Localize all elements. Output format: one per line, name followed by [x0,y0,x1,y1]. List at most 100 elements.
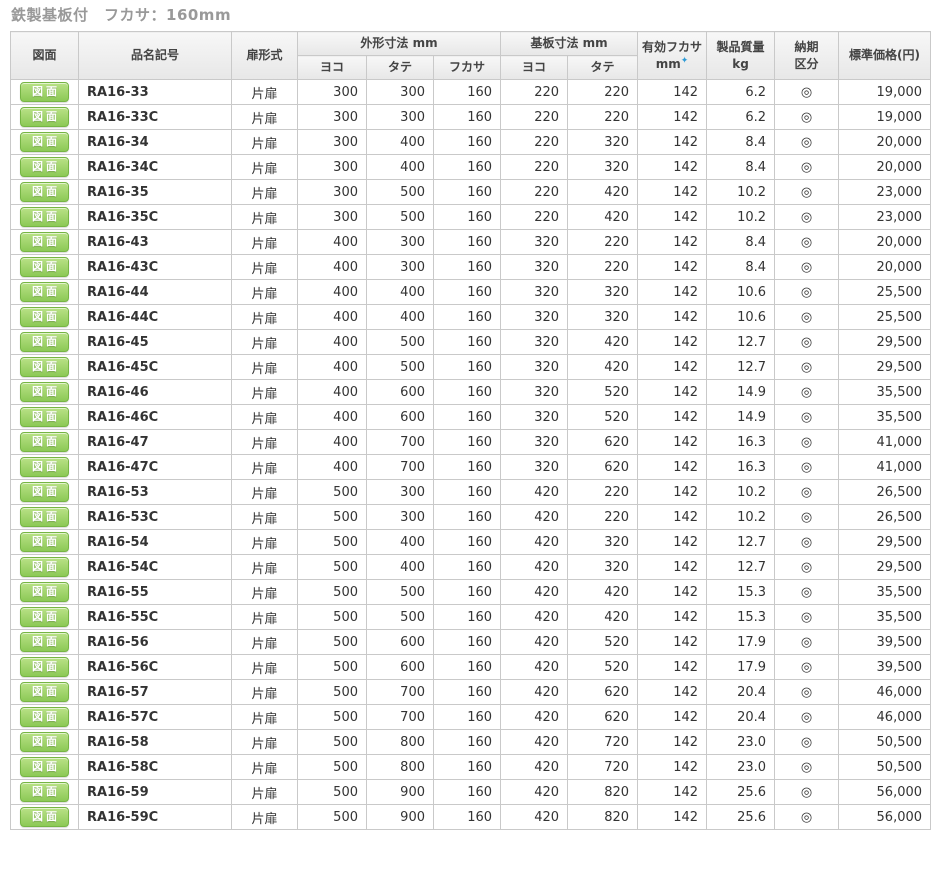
drawing-button[interactable]: 図面 [20,82,69,102]
door-type-cell: 片扉 [232,180,298,205]
drawing-button[interactable]: 図面 [20,557,69,577]
delivery-mark: ◎ [775,780,839,805]
outer-width-cell: 500 [298,755,367,780]
outer-height-cell: 300 [367,80,434,105]
outer-height-cell: 700 [367,680,434,705]
outer-depth-cell: 160 [434,655,501,680]
drawing-button[interactable]: 図面 [20,257,69,277]
drawing-button[interactable]: 図面 [20,632,69,652]
price-cell: 56,000 [839,780,931,805]
outer-depth-cell: 160 [434,430,501,455]
drawing-button[interactable]: 図面 [20,432,69,452]
price-cell: 23,000 [839,205,931,230]
outer-width-cell: 300 [298,205,367,230]
outer-depth-cell: 160 [434,230,501,255]
product-code-cell: RA16-59C [79,805,232,830]
drawing-button[interactable]: 図面 [20,532,69,552]
drawing-button[interactable]: 図面 [20,332,69,352]
drawing-button-cell: 図面 [11,455,79,480]
outer-width-cell: 400 [298,230,367,255]
drawing-button[interactable]: 図面 [20,707,69,727]
outer-height-cell: 800 [367,755,434,780]
outer-width-cell: 500 [298,780,367,805]
drawing-button-cell: 図面 [11,530,79,555]
product-code-cell: RA16-33C [79,105,232,130]
table-row: 図面RA16-35C片扉30050016022042014210.2◎23,00… [11,205,931,230]
board-height-cell: 620 [568,680,638,705]
board-height-cell: 320 [568,155,638,180]
drawing-button[interactable]: 図面 [20,232,69,252]
board-width-cell: 420 [501,605,568,630]
delivery-mark: ◎ [775,680,839,705]
table-header: 図面 品名記号 扉形式 外形寸法 mm 基板寸法 mm 有効フカサ mm✦ 製品… [11,32,931,80]
board-height-cell: 420 [568,355,638,380]
drawing-button-cell: 図面 [11,705,79,730]
board-width-cell: 220 [501,205,568,230]
drawing-button[interactable]: 図面 [20,107,69,127]
table-row: 図面RA16-54C片扉50040016042032014212.7◎29,50… [11,555,931,580]
table-row: 図面RA16-59片扉50090016042082014225.6◎56,000 [11,780,931,805]
outer-height-cell: 800 [367,730,434,755]
board-height-cell: 520 [568,405,638,430]
drawing-button-cell: 図面 [11,130,79,155]
drawing-button[interactable]: 図面 [20,182,69,202]
board-height-cell: 320 [568,130,638,155]
price-cell: 26,500 [839,480,931,505]
product-code-cell: RA16-46C [79,405,232,430]
effective-depth-cell: 142 [638,705,707,730]
effective-depth-cell: 142 [638,580,707,605]
table-row: 図面RA16-59C片扉50090016042082014225.6◎56,00… [11,805,931,830]
drawing-button[interactable]: 図面 [20,657,69,677]
product-code-cell: RA16-58 [79,730,232,755]
delivery-mark: ◎ [775,255,839,280]
weight-cell: 16.3 [707,430,775,455]
product-code-cell: RA16-54 [79,530,232,555]
drawing-button[interactable]: 図面 [20,757,69,777]
delivery-mark: ◎ [775,80,839,105]
effective-depth-cell: 142 [638,530,707,555]
delivery-mark: ◎ [775,330,839,355]
drawing-button[interactable]: 図面 [20,382,69,402]
board-width-cell: 420 [501,480,568,505]
drawing-button[interactable]: 図面 [20,682,69,702]
product-code-cell: RA16-53C [79,505,232,530]
drawing-button[interactable]: 図面 [20,457,69,477]
drawing-button-cell: 図面 [11,780,79,805]
product-code-cell: RA16-35 [79,180,232,205]
outer-width-cell: 500 [298,505,367,530]
drawing-button[interactable]: 図面 [20,357,69,377]
weight-cell: 12.7 [707,555,775,580]
outer-width-cell: 400 [298,405,367,430]
drawing-button[interactable]: 図面 [20,482,69,502]
drawing-button[interactable]: 図面 [20,132,69,152]
drawing-button[interactable]: 図面 [20,582,69,602]
drawing-button[interactable]: 図面 [20,782,69,802]
drawing-button[interactable]: 図面 [20,507,69,527]
price-cell: 20,000 [839,230,931,255]
outer-width-cell: 400 [298,280,367,305]
drawing-button[interactable]: 図面 [20,282,69,302]
col-subheader-outer-height: タテ [367,56,434,80]
price-cell: 25,500 [839,305,931,330]
outer-depth-cell: 160 [434,555,501,580]
drawing-button[interactable]: 図面 [20,207,69,227]
drawing-button[interactable]: 図面 [20,607,69,627]
drawing-button-cell: 図面 [11,555,79,580]
drawing-button[interactable]: 図面 [20,157,69,177]
delivery-mark: ◎ [775,605,839,630]
board-width-cell: 420 [501,730,568,755]
drawing-button[interactable]: 図面 [20,807,69,827]
board-width-cell: 420 [501,530,568,555]
outer-width-cell: 500 [298,530,367,555]
table-row: 図面RA16-53片扉50030016042022014210.2◎26,500 [11,480,931,505]
weight-cell: 10.2 [707,180,775,205]
drawing-button[interactable]: 図面 [20,307,69,327]
outer-depth-cell: 160 [434,155,501,180]
price-cell: 29,500 [839,355,931,380]
drawing-button[interactable]: 図面 [20,407,69,427]
drawing-button[interactable]: 図面 [20,732,69,752]
outer-height-cell: 400 [367,305,434,330]
delivery-mark: ◎ [775,580,839,605]
outer-depth-cell: 160 [434,755,501,780]
col-subheader-board-width: ヨコ [501,56,568,80]
